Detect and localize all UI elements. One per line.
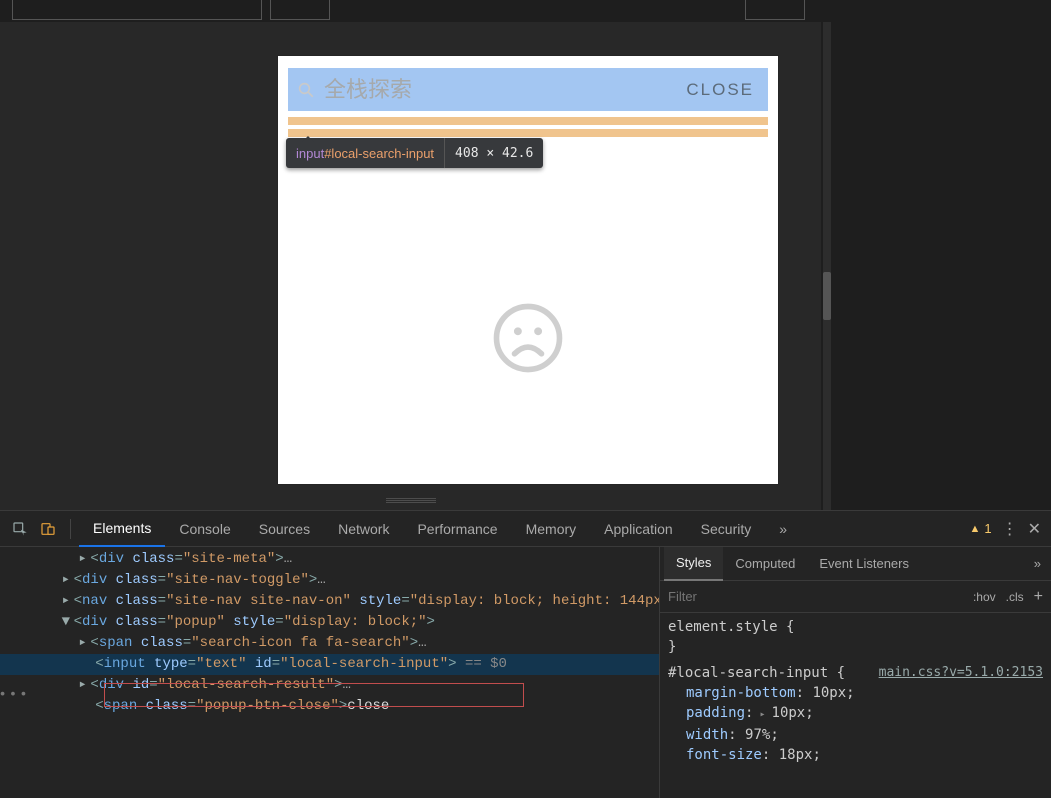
dom-node[interactable]	[0, 738, 659, 759]
dom-tree-pane[interactable]: ••• ▸<div class="site-meta">… ▸<div clas…	[0, 547, 660, 798]
devtools-tabbar: Elements Console Sources Network Perform…	[0, 511, 1051, 547]
tab-memory[interactable]: Memory	[512, 511, 591, 547]
styles-filter-input[interactable]	[668, 589, 963, 604]
popup-close-button[interactable]: CLOSE	[672, 80, 768, 100]
dom-node[interactable]: ▸<span class="search-icon fa fa-search">…	[0, 633, 659, 654]
tooltip-selector: input#local-search-input	[286, 138, 444, 168]
subtab-event-listeners[interactable]: Event Listeners	[807, 547, 921, 581]
browser-tab-outlines	[0, 0, 1051, 22]
warnings-badge[interactable]: 1	[969, 521, 991, 536]
rule-selector: #local-search-input {	[668, 665, 845, 681]
tab-console[interactable]: Console	[165, 511, 244, 547]
new-rule-button[interactable]: +	[1034, 588, 1043, 606]
divider	[70, 519, 71, 539]
css-declaration[interactable]: width: 97%;	[668, 725, 1043, 745]
dom-node-selected[interactable]: <input type="text" id="local-search-inpu…	[0, 654, 659, 675]
subtab-styles[interactable]: Styles	[664, 547, 723, 581]
result-bar	[288, 129, 768, 137]
device-toolbar-icon[interactable]	[34, 515, 62, 543]
dom-node[interactable]: ▸<div class="site-nav-toggle">…	[0, 570, 659, 591]
styles-pane: Styles Computed Event Listeners » :hov .…	[660, 547, 1051, 798]
styles-filter-row: :hov .cls +	[660, 581, 1051, 613]
devtools-close-icon[interactable]: ✕	[1028, 519, 1041, 539]
css-declaration[interactable]: padding: ▸ 10px;	[668, 703, 1043, 725]
dom-node[interactable]: ▸<div id="local-search-result">…	[0, 675, 659, 696]
tab-network[interactable]: Network	[324, 511, 403, 547]
cls-toggle[interactable]: .cls	[1006, 590, 1024, 604]
rule-source-link[interactable]: main.css?v=5.1.0:2153	[879, 663, 1043, 683]
page-viewport: CLOSE input#local-search-input 408 × 42.…	[0, 0, 1051, 510]
local-search-input[interactable]	[324, 77, 672, 103]
tooltip-dimensions: 408 × 42.6	[445, 138, 543, 168]
search-popup: CLOSE	[278, 56, 778, 484]
dom-node[interactable]	[0, 717, 659, 738]
tab-application[interactable]: Application	[590, 511, 687, 547]
styles-subtabs: Styles Computed Event Listeners »	[660, 547, 1051, 581]
devtools-body: ••• ▸<div class="site-meta">… ▸<div clas…	[0, 547, 1051, 798]
page-scrollbar-track[interactable]	[823, 22, 831, 510]
sad-face-icon	[492, 302, 564, 379]
dom-node[interactable]: ▸<nav class="site-nav site-nav-on" style…	[0, 591, 659, 612]
devtools-menu-icon[interactable]: ⋮	[1002, 519, 1018, 539]
tabs-more-icon[interactable]: »	[765, 511, 801, 547]
devtools-panel: Elements Console Sources Network Perform…	[0, 510, 1051, 798]
tab-performance[interactable]: Performance	[403, 511, 511, 547]
hov-toggle[interactable]: :hov	[973, 590, 996, 604]
dom-node[interactable]	[0, 759, 659, 780]
inspect-element-icon[interactable]	[6, 515, 34, 543]
search-result-area	[288, 117, 768, 137]
rule-local-search-input: main.css?v=5.1.0:2153 #local-search-inpu…	[668, 663, 1043, 683]
search-row: CLOSE	[288, 68, 768, 111]
tab-security[interactable]: Security	[687, 511, 766, 547]
dom-node[interactable]: ▸<div class="site-meta">…	[0, 549, 659, 570]
css-declaration[interactable]: margin-bottom: 10px;	[668, 683, 1043, 703]
tab-sources[interactable]: Sources	[245, 511, 324, 547]
result-bar	[288, 117, 768, 125]
element-inspect-tooltip: input#local-search-input 408 × 42.6	[286, 138, 543, 168]
rule-element-style: element.style {	[668, 617, 1043, 637]
subtab-computed[interactable]: Computed	[723, 547, 807, 581]
tooltip-tag: input	[296, 146, 324, 161]
page-scrollbar-thumb[interactable]	[823, 272, 831, 320]
tab-outline	[270, 0, 330, 20]
css-declaration[interactable]: font-size: 18px;	[668, 745, 1043, 765]
css-rules[interactable]: element.style { } main.css?v=5.1.0:2153 …	[660, 613, 1051, 798]
dom-gutter-dots: •••	[0, 685, 28, 706]
subtabs-more-icon[interactable]: »	[1034, 556, 1051, 571]
tooltip-id: #local-search-input	[324, 146, 434, 161]
dom-node[interactable]: ▼<div class="popup" style="display: bloc…	[0, 612, 659, 633]
tab-elements[interactable]: Elements	[79, 511, 165, 547]
tab-outline	[12, 0, 262, 20]
search-icon	[288, 81, 324, 99]
dom-node[interactable]: <span class="popup-btn-close">close	[0, 696, 659, 717]
rule-close: }	[668, 637, 1043, 657]
tab-outline	[745, 0, 805, 20]
